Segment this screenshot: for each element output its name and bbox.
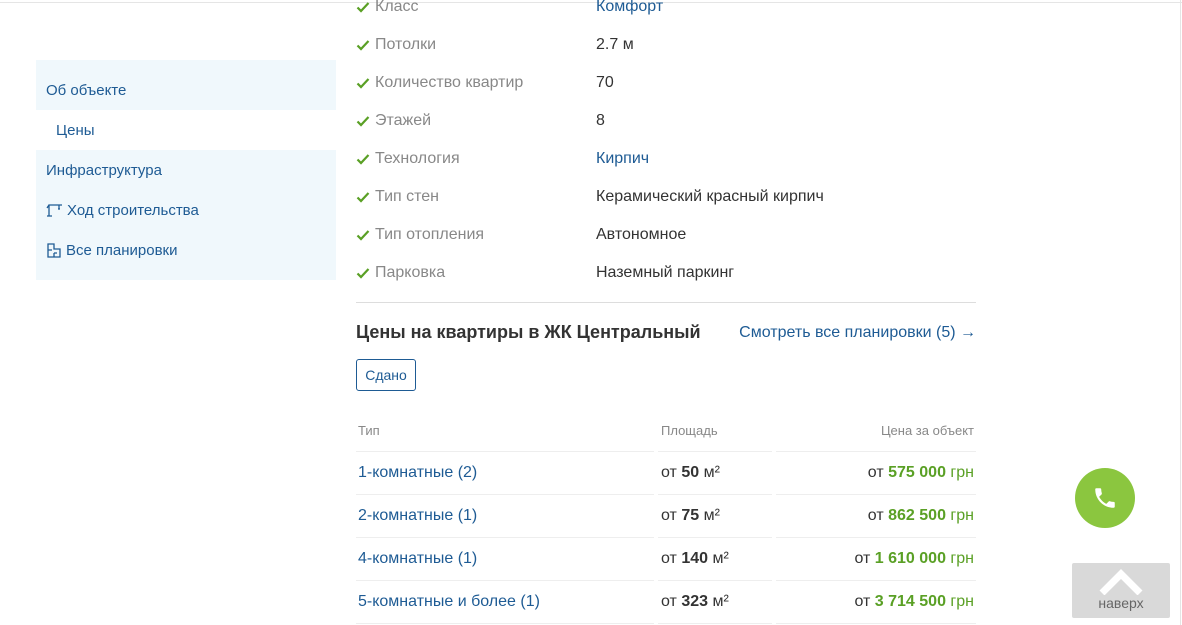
table-row-type-link[interactable]: 5-комнатные и более (1)	[358, 593, 540, 611]
row-separator	[356, 494, 654, 495]
spec-label: Количество квартир	[375, 74, 524, 91]
spec-label: Потолки	[375, 36, 437, 53]
floor-plan-icon	[47, 242, 61, 258]
sidebar-item-label: Об объекте	[46, 81, 127, 99]
table-row-area: от 50 м²	[661, 464, 720, 481]
sidebar-item-infrastructure[interactable]: Инфраструктура	[36, 150, 336, 190]
sidebar-item-label: Все планировки	[66, 241, 178, 259]
spec-value: 70	[596, 74, 614, 91]
phone-icon	[1095, 488, 1115, 508]
call-button[interactable]	[1075, 468, 1135, 528]
spec-row: Парковка Наземный паркинг	[356, 263, 734, 283]
spec-row: Тип отопления Автономное	[356, 225, 686, 245]
row-separator	[658, 494, 772, 495]
check-icon	[356, 116, 370, 127]
check-icon	[356, 268, 370, 279]
spec-label: Тип стен	[375, 188, 439, 205]
row-separator	[658, 451, 772, 452]
check-icon	[356, 2, 370, 13]
row-separator	[658, 537, 772, 538]
sidebar-item-prices[interactable]: Цены	[36, 110, 336, 150]
sidebar-item-label: Инфраструктура	[46, 161, 162, 179]
crane-icon	[46, 204, 62, 217]
table-row-price: от 575 000 грн	[867, 464, 974, 481]
check-icon	[356, 192, 370, 203]
column-header-area: Площадь	[661, 423, 718, 438]
spec-value: Наземный паркинг	[596, 264, 735, 281]
scroll-to-top-label: наверх	[1098, 595, 1144, 611]
spec-row: Потолки 2.7 м	[356, 35, 634, 55]
spec-label: Класс	[375, 0, 419, 15]
spec-value: Керамический красный кирпич	[596, 188, 824, 205]
sidebar-item-about[interactable]: Об объекте	[36, 70, 336, 110]
scroll-to-top-button[interactable]: наверх	[1072, 563, 1170, 618]
spec-row: Этажей 8	[356, 111, 605, 131]
table-row-area: от 140 м²	[661, 550, 729, 567]
status-filter-button[interactable]: Сдано	[356, 359, 416, 391]
check-icon	[356, 40, 370, 51]
spec-label: Этажей	[375, 112, 432, 129]
column-header-price: Цена за объект	[880, 423, 974, 438]
row-separator	[776, 494, 976, 495]
section-divider	[356, 302, 976, 303]
all-layouts-link[interactable]: Смотреть все планировки (5) →	[739, 324, 976, 342]
sidebar-item-label: Цены	[56, 121, 95, 139]
check-icon	[356, 78, 370, 89]
spec-row: Технология Кирпич	[356, 149, 649, 169]
right-divider	[1180, 0, 1181, 625]
spec-row: Количество квартир 70	[356, 73, 614, 93]
spec-label: Тип отопления	[375, 226, 485, 243]
spec-row: Тип стен Керамический красный кирпич	[356, 187, 824, 207]
check-icon	[356, 154, 370, 165]
table-row-type-link[interactable]: 4-комнатные (1)	[358, 550, 477, 568]
spec-label: Парковка	[375, 264, 446, 281]
table-row-type-link[interactable]: 2-комнатные (1)	[358, 507, 477, 525]
column-header-type: Тип	[358, 423, 380, 438]
check-icon	[356, 230, 370, 241]
row-separator	[776, 580, 976, 581]
table-row-price: от 1 610 000 грн	[854, 550, 974, 567]
sidebar-item-all-layouts[interactable]: Все планировки	[36, 230, 336, 270]
chevron-up-icon	[1099, 569, 1143, 595]
row-separator	[776, 537, 976, 538]
row-separator	[356, 451, 654, 452]
spec-value[interactable]: Кирпич	[596, 150, 649, 168]
row-separator	[356, 623, 654, 624]
sidebar-item-construction[interactable]: Ход строительства	[36, 190, 336, 230]
spec-value: 2.7 м	[596, 36, 634, 53]
row-separator	[776, 451, 976, 452]
spec-value: 8	[596, 112, 605, 129]
prices-title: Цены на квартиры в ЖК Центральный	[356, 322, 701, 342]
spec-label: Технология	[375, 150, 460, 167]
table-row-area: от 75 м²	[661, 507, 720, 524]
row-separator	[356, 580, 654, 581]
spec-value: Автономное	[596, 226, 687, 243]
spec-row: Класс Комфорт	[356, 0, 663, 17]
sidebar-item-label: Ход строительства	[67, 201, 199, 219]
row-separator	[776, 623, 976, 624]
row-separator	[658, 623, 772, 624]
row-separator	[658, 580, 772, 581]
spec-value[interactable]: Комфорт	[596, 0, 663, 16]
table-row-price: от 862 500 грн	[867, 507, 974, 524]
table-row-type-link[interactable]: 1-комнатные (2)	[358, 464, 477, 482]
sidebar-nav: Об объекте Цены Инфраструктура Ход строи…	[36, 60, 336, 280]
row-separator	[356, 537, 654, 538]
table-row-price: от 3 714 500 грн	[854, 593, 974, 610]
table-row-area: от 323 м²	[661, 593, 729, 610]
